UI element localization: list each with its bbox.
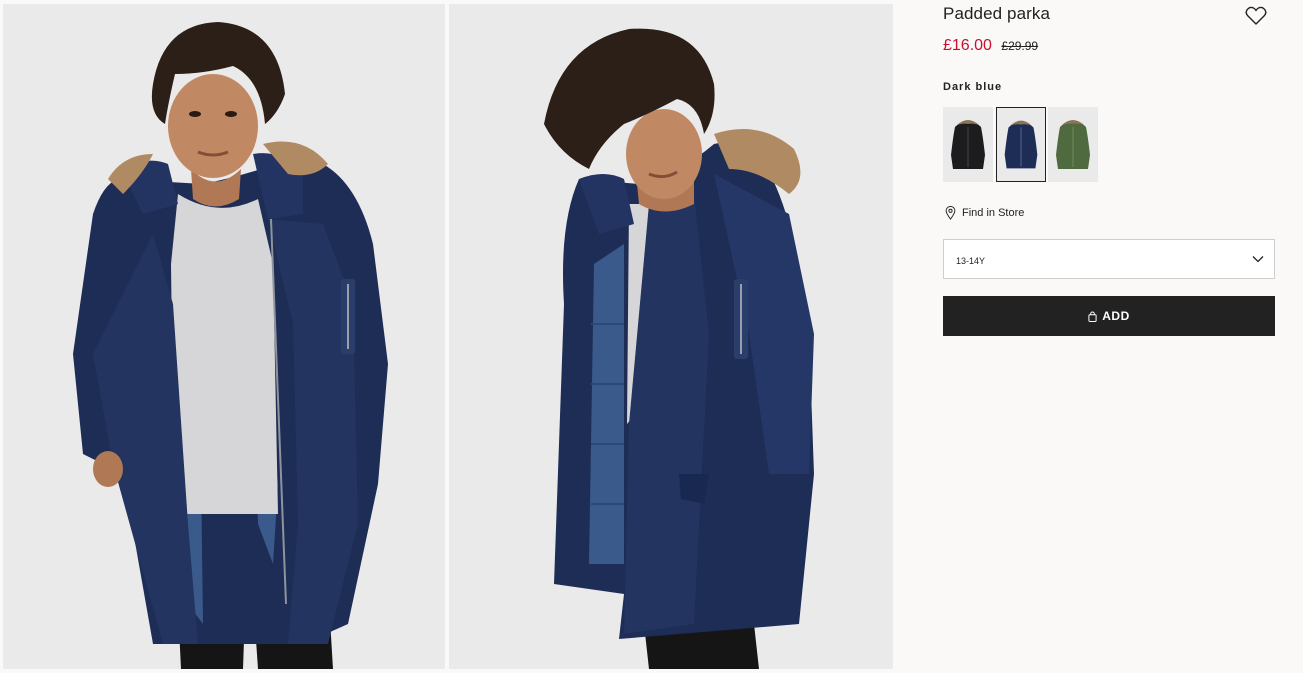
product-title: Padded parka bbox=[943, 4, 1051, 23]
product-page: Padded parka £16.00 £29.99 Dark blue Fin… bbox=[0, 0, 1303, 673]
swatch-dark-blue[interactable] bbox=[996, 107, 1046, 182]
find-in-store-link[interactable]: Find in Store bbox=[945, 205, 1024, 221]
location-pin-icon bbox=[945, 206, 956, 220]
selected-color-label: Dark blue bbox=[943, 81, 1003, 93]
sale-price: £16.00 bbox=[943, 37, 992, 54]
product-image-front[interactable] bbox=[3, 4, 445, 669]
swatch-khaki-green[interactable] bbox=[1048, 107, 1098, 182]
find-in-store-label: Find in Store bbox=[962, 207, 1025, 219]
add-button-label: ADD bbox=[1102, 309, 1130, 323]
chevron-down-icon bbox=[1252, 256, 1264, 263]
shopping-bag-icon bbox=[1088, 311, 1097, 322]
product-image-side[interactable] bbox=[449, 4, 893, 669]
size-selected-value: 13-14Y bbox=[956, 256, 986, 266]
original-price: £29.99 bbox=[1001, 39, 1039, 53]
swatch-black[interactable] bbox=[943, 107, 993, 182]
color-swatches bbox=[943, 107, 1103, 182]
heart-outline-icon[interactable] bbox=[1245, 6, 1267, 26]
price-row: £16.00 £29.99 bbox=[943, 37, 1038, 55]
product-gallery bbox=[0, 0, 893, 673]
add-to-bag-button[interactable]: ADD bbox=[943, 296, 1275, 336]
size-dropdown[interactable]: 13-14Y bbox=[943, 239, 1275, 279]
